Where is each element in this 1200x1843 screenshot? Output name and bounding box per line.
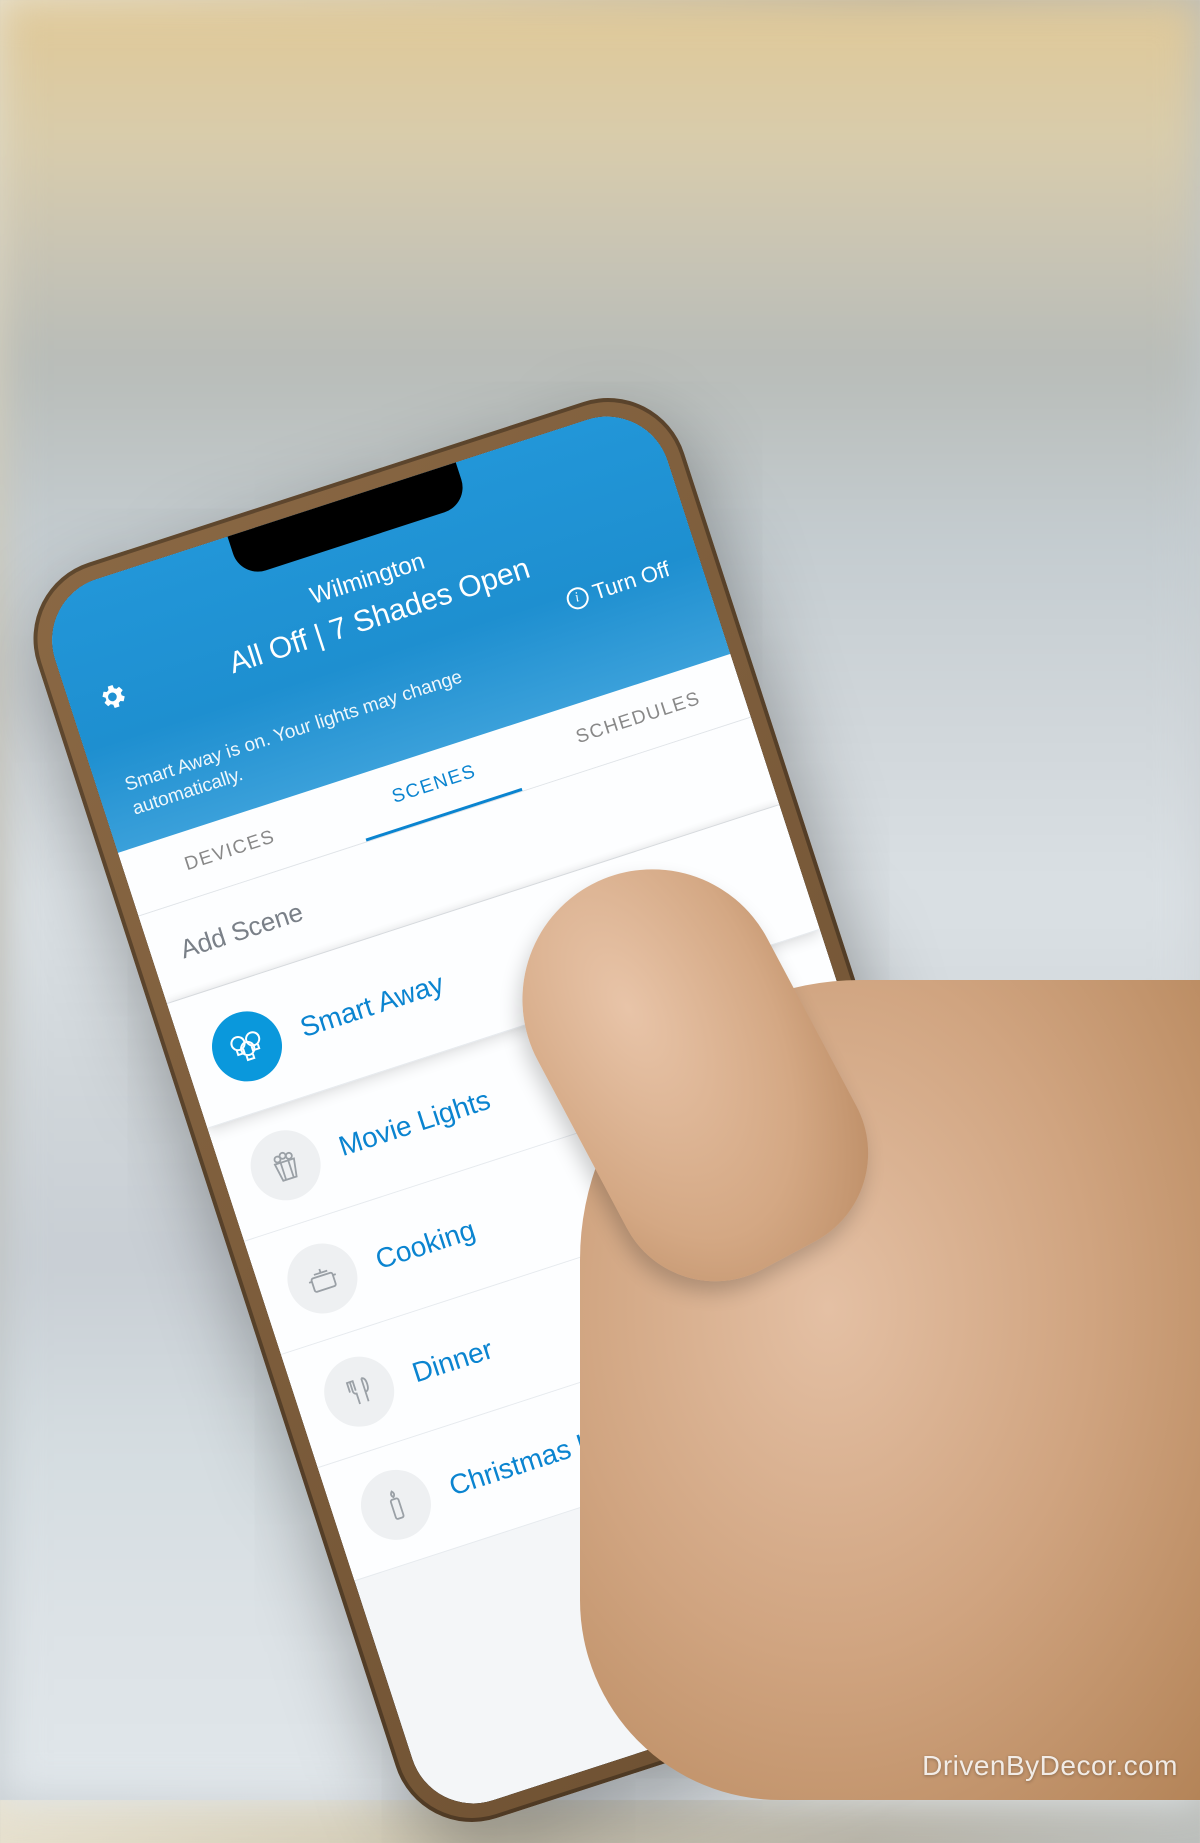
info-icon: i [563,585,591,613]
turn-off-label: Turn Off [589,556,673,605]
utensils-icon [315,1348,403,1436]
scene-label: Smart Away [296,968,447,1044]
scene-label: Dinner [409,1334,497,1390]
popcorn-icon [242,1122,330,1210]
scene-label: Christmas Lights [445,1408,653,1503]
bulbs-icon [203,1003,291,1091]
scene-label: Movie Lights [335,1084,494,1163]
candle-icon [352,1461,440,1549]
pot-icon [278,1235,366,1323]
add-scene-label: Add Scene [177,897,308,966]
watermark: DrivenByDecor.com [922,1750,1178,1782]
scene-label: Cooking [372,1214,480,1276]
